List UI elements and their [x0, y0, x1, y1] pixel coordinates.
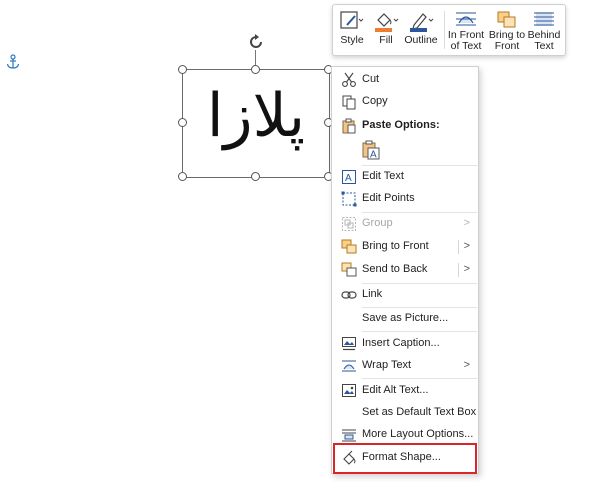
group-label: Group	[362, 217, 393, 229]
menu-separator	[362, 378, 477, 379]
fill-button[interactable]: Fill	[371, 5, 401, 55]
menu-item-copy[interactable]: Copy	[332, 91, 478, 113]
scissors-icon	[342, 72, 356, 87]
outline-button[interactable]: Outline	[403, 5, 439, 55]
toolbar-separator	[444, 11, 445, 49]
alt-text-icon	[342, 384, 356, 397]
edit-points-label: Edit Points	[362, 192, 415, 204]
edit-text-label: Edit Text	[362, 170, 404, 182]
resize-handle-s[interactable]	[251, 172, 260, 181]
fill-bucket-icon	[375, 13, 399, 32]
menu-item-group: Group >	[332, 213, 478, 235]
menu-item-cut[interactable]: Cut	[332, 69, 478, 91]
send-to-back-icon	[341, 262, 357, 277]
chevron-right-icon[interactable]: >	[464, 240, 470, 252]
edit-text-icon: A	[342, 170, 356, 184]
menu-item-send-to-back[interactable]: Send to Back >	[332, 259, 478, 281]
shape-style-icon	[340, 11, 364, 29]
split-separator	[458, 240, 459, 254]
outline-pen-icon	[410, 13, 434, 32]
paste-options-label: Paste Options:	[362, 119, 440, 131]
menu-separator	[362, 331, 477, 332]
bring-to-front-label: Bring to Front	[362, 240, 429, 252]
shape-text[interactable]: پلازا	[183, 76, 329, 156]
menu-item-edit-alt-text[interactable]: Edit Alt Text...	[332, 380, 478, 402]
outline-label: Outline	[404, 34, 438, 46]
anchor-icon	[6, 54, 20, 69]
menu-item-save-as-picture[interactable]: Save as Picture...	[332, 308, 478, 330]
context-menu: Cut Copy Paste Options: A A Edit Text Ed…	[331, 66, 479, 474]
behind-label-line2: Text	[534, 40, 554, 52]
behind-text-label: Behind Text	[526, 30, 562, 52]
menu-item-edit-text[interactable]: A Edit Text	[332, 166, 478, 188]
fill-label: Fill	[379, 34, 393, 46]
in-front-of-text-icon	[456, 12, 476, 26]
menu-item-bring-to-front[interactable]: Bring to Front >	[332, 236, 478, 258]
menu-item-paste-options: Paste Options:	[332, 115, 478, 137]
menu-item-link[interactable]: Link	[332, 284, 478, 306]
mini-toolbar: Style Fill Outline In Front of Text Brin…	[332, 4, 566, 56]
cut-label: Cut	[362, 73, 380, 85]
copy-label: Copy	[362, 95, 388, 107]
format-shape-highlight	[333, 443, 477, 474]
chevron-right-icon[interactable]: >	[464, 263, 470, 275]
in-front-label-line2: of Text	[450, 40, 482, 52]
edit-points-icon	[341, 191, 357, 207]
link-label: Link	[362, 288, 383, 300]
bring-front-label: Bring to Front	[488, 30, 526, 52]
menu-item-wrap-text[interactable]: Wrap Text >	[332, 355, 478, 377]
group-icon	[342, 217, 356, 231]
style-label: Style	[340, 34, 364, 46]
edit-alt-text-label: Edit Alt Text...	[362, 384, 429, 396]
bring-to-front-icon	[341, 239, 357, 254]
chevron-right-icon: >	[463, 217, 470, 229]
bring-to-front-button[interactable]: Bring to Front	[488, 5, 526, 55]
clipboard-icon	[342, 118, 356, 134]
menu-item-set-default-text-box[interactable]: Set as Default Text Box	[332, 402, 478, 424]
more-layout-options-label: More Layout Options...	[362, 428, 474, 440]
resize-handle-n[interactable]	[251, 65, 260, 74]
in-front-label: In Front of Text	[447, 30, 485, 52]
svg-text:A: A	[345, 173, 352, 184]
menu-item-edit-points[interactable]: Edit Points	[332, 188, 478, 210]
set-default-text-box-label: Set as Default Text Box	[362, 406, 477, 418]
wrap-text-icon	[342, 360, 356, 372]
copy-icon	[342, 95, 356, 110]
behind-text-icon	[534, 12, 554, 26]
menu-item-insert-caption[interactable]: Insert Caption...	[332, 333, 478, 355]
wrap-text-label: Wrap Text	[362, 359, 412, 371]
paste-keep-text-only-icon[interactable]: A	[362, 140, 380, 160]
send-to-back-label: Send to Back	[362, 263, 428, 275]
resize-handle-w[interactable]	[178, 118, 187, 127]
rotate-handle-icon[interactable]	[247, 33, 265, 51]
insert-caption-label: Insert Caption...	[362, 337, 440, 349]
chevron-right-icon: >	[463, 359, 470, 371]
in-front-of-text-button[interactable]: In Front of Text	[447, 5, 485, 55]
style-button[interactable]: Style	[337, 5, 367, 55]
resize-handle-sw[interactable]	[178, 172, 187, 181]
layout-options-icon	[342, 429, 356, 442]
bring-to-front-icon	[497, 11, 516, 28]
link-icon	[341, 291, 357, 299]
resize-handle-nw[interactable]	[178, 65, 187, 74]
svg-text:A: A	[370, 150, 377, 161]
bring-front-label-line2: Front	[494, 40, 520, 52]
save-as-picture-label: Save as Picture...	[362, 312, 449, 324]
insert-caption-icon	[342, 337, 356, 351]
split-separator	[458, 263, 459, 277]
text-box-shape[interactable]: پلازا	[182, 69, 330, 178]
behind-text-button[interactable]: Behind Text	[526, 5, 562, 55]
